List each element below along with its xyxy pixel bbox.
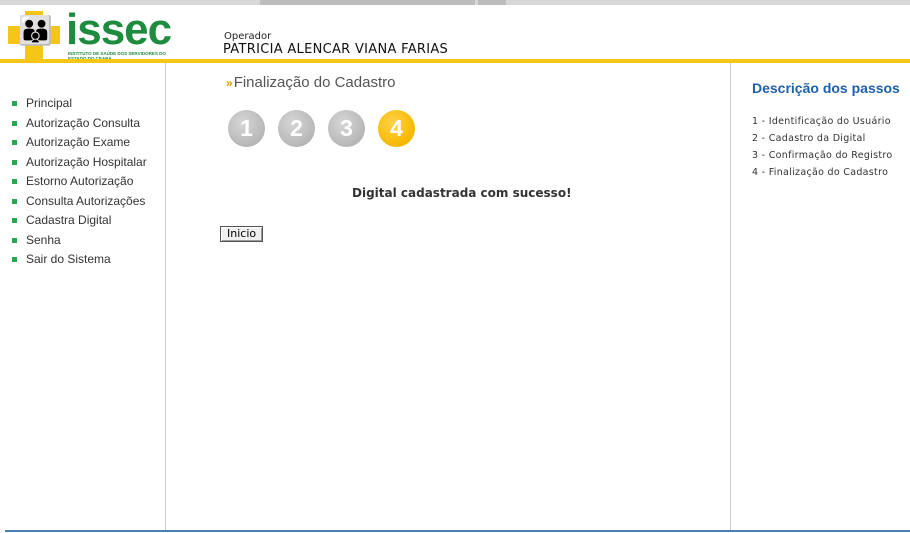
sidebar-menu: Principal Autorização Consulta Autorização… bbox=[12, 96, 162, 272]
bottom-border bbox=[5, 530, 910, 532]
sidebar-divider bbox=[165, 63, 166, 531]
step-description-item: 3 - Confirmação do Registro bbox=[752, 150, 893, 161]
step-4-circle: 4 bbox=[378, 110, 415, 147]
sidebar-item-label: Autorização Hospitalar bbox=[26, 154, 147, 169]
sidebar-item[interactable]: Cadastra Digital bbox=[12, 213, 162, 233]
sidebar-item-label: Autorização Exame bbox=[26, 135, 131, 149]
sidebar-item[interactable]: Principal bbox=[12, 96, 162, 116]
sidebar-item-label: Principal bbox=[26, 96, 73, 110]
sidebar-item-label: Sair do Sistema bbox=[26, 252, 111, 266]
sidebar-item[interactable]: Sair do Sistema bbox=[12, 252, 162, 272]
bullet-icon bbox=[12, 101, 17, 106]
sidebar-item[interactable]: Autorização Hospitalar bbox=[12, 155, 162, 175]
step-description-item: 1 - Identificação do Usuário bbox=[752, 116, 891, 127]
sidebar-item-label: Senha bbox=[26, 232, 61, 247]
right-panel-divider bbox=[730, 63, 731, 531]
bullet-icon bbox=[12, 218, 17, 223]
bullet-icon bbox=[12, 140, 17, 145]
page-title-text: Finalização do Cadastro bbox=[233, 74, 396, 91]
double-chevron-icon: » bbox=[226, 76, 233, 90]
step-3-circle: 3 bbox=[328, 110, 365, 147]
sidebar-item[interactable]: Consulta Autorizações bbox=[12, 194, 162, 214]
success-message: Digital cadastrada com sucesso! bbox=[352, 186, 572, 200]
logo-text: issec bbox=[66, 5, 172, 54]
bullet-icon bbox=[12, 159, 17, 165]
bullet-icon bbox=[12, 120, 17, 126]
family-icon: 👪 bbox=[18, 15, 53, 46]
bullet-icon bbox=[12, 198, 17, 204]
sidebar-item[interactable]: Estorno Autorização bbox=[12, 174, 162, 194]
steps-description-title: Descrição dos passos bbox=[752, 80, 900, 96]
sidebar-item-label: Estorno Autorização bbox=[26, 174, 134, 188]
operator-name: PATRICIA ALENCAR VIANA FARIAS bbox=[223, 42, 449, 57]
sidebar-item-label: Consulta Autorizações bbox=[26, 193, 146, 208]
page-title: »Finalização do Cadastro bbox=[226, 74, 395, 91]
issec-logo[interactable]: 👪 issec INSTITUTO DE SAÚDE DOS SERVIDORE… bbox=[8, 5, 172, 61]
sidebar-item-label: Autorização Consulta bbox=[26, 115, 141, 130]
bullet-icon bbox=[12, 237, 17, 243]
steps-description-list: 1 - Identificação do Usuário 2 - Cadastro… bbox=[752, 116, 893, 184]
step-2-circle: 2 bbox=[278, 110, 315, 147]
bullet-icon bbox=[12, 179, 17, 184]
cross-icon: 👪 bbox=[8, 11, 60, 59]
header: 👪 issec INSTITUTO DE SAÚDE DOS SERVIDORE… bbox=[0, 5, 910, 61]
header-divider bbox=[0, 59, 910, 63]
operator-label: Operador bbox=[224, 31, 272, 42]
inicio-button[interactable]: Inicio bbox=[220, 226, 264, 242]
bullet-icon bbox=[12, 257, 17, 262]
sidebar-item[interactable]: Autorização Consulta bbox=[12, 116, 162, 136]
sidebar-item[interactable]: Autorização Exame bbox=[12, 135, 162, 155]
step-1-circle: 1 bbox=[228, 110, 265, 147]
sidebar-item-label: Cadastra Digital bbox=[26, 213, 112, 227]
step-description-item: 4 - Finalização do Cadastro bbox=[752, 167, 889, 178]
sidebar-item[interactable]: Senha bbox=[12, 233, 162, 253]
step-description-item: 2 - Cadastro da Digital bbox=[752, 133, 866, 144]
